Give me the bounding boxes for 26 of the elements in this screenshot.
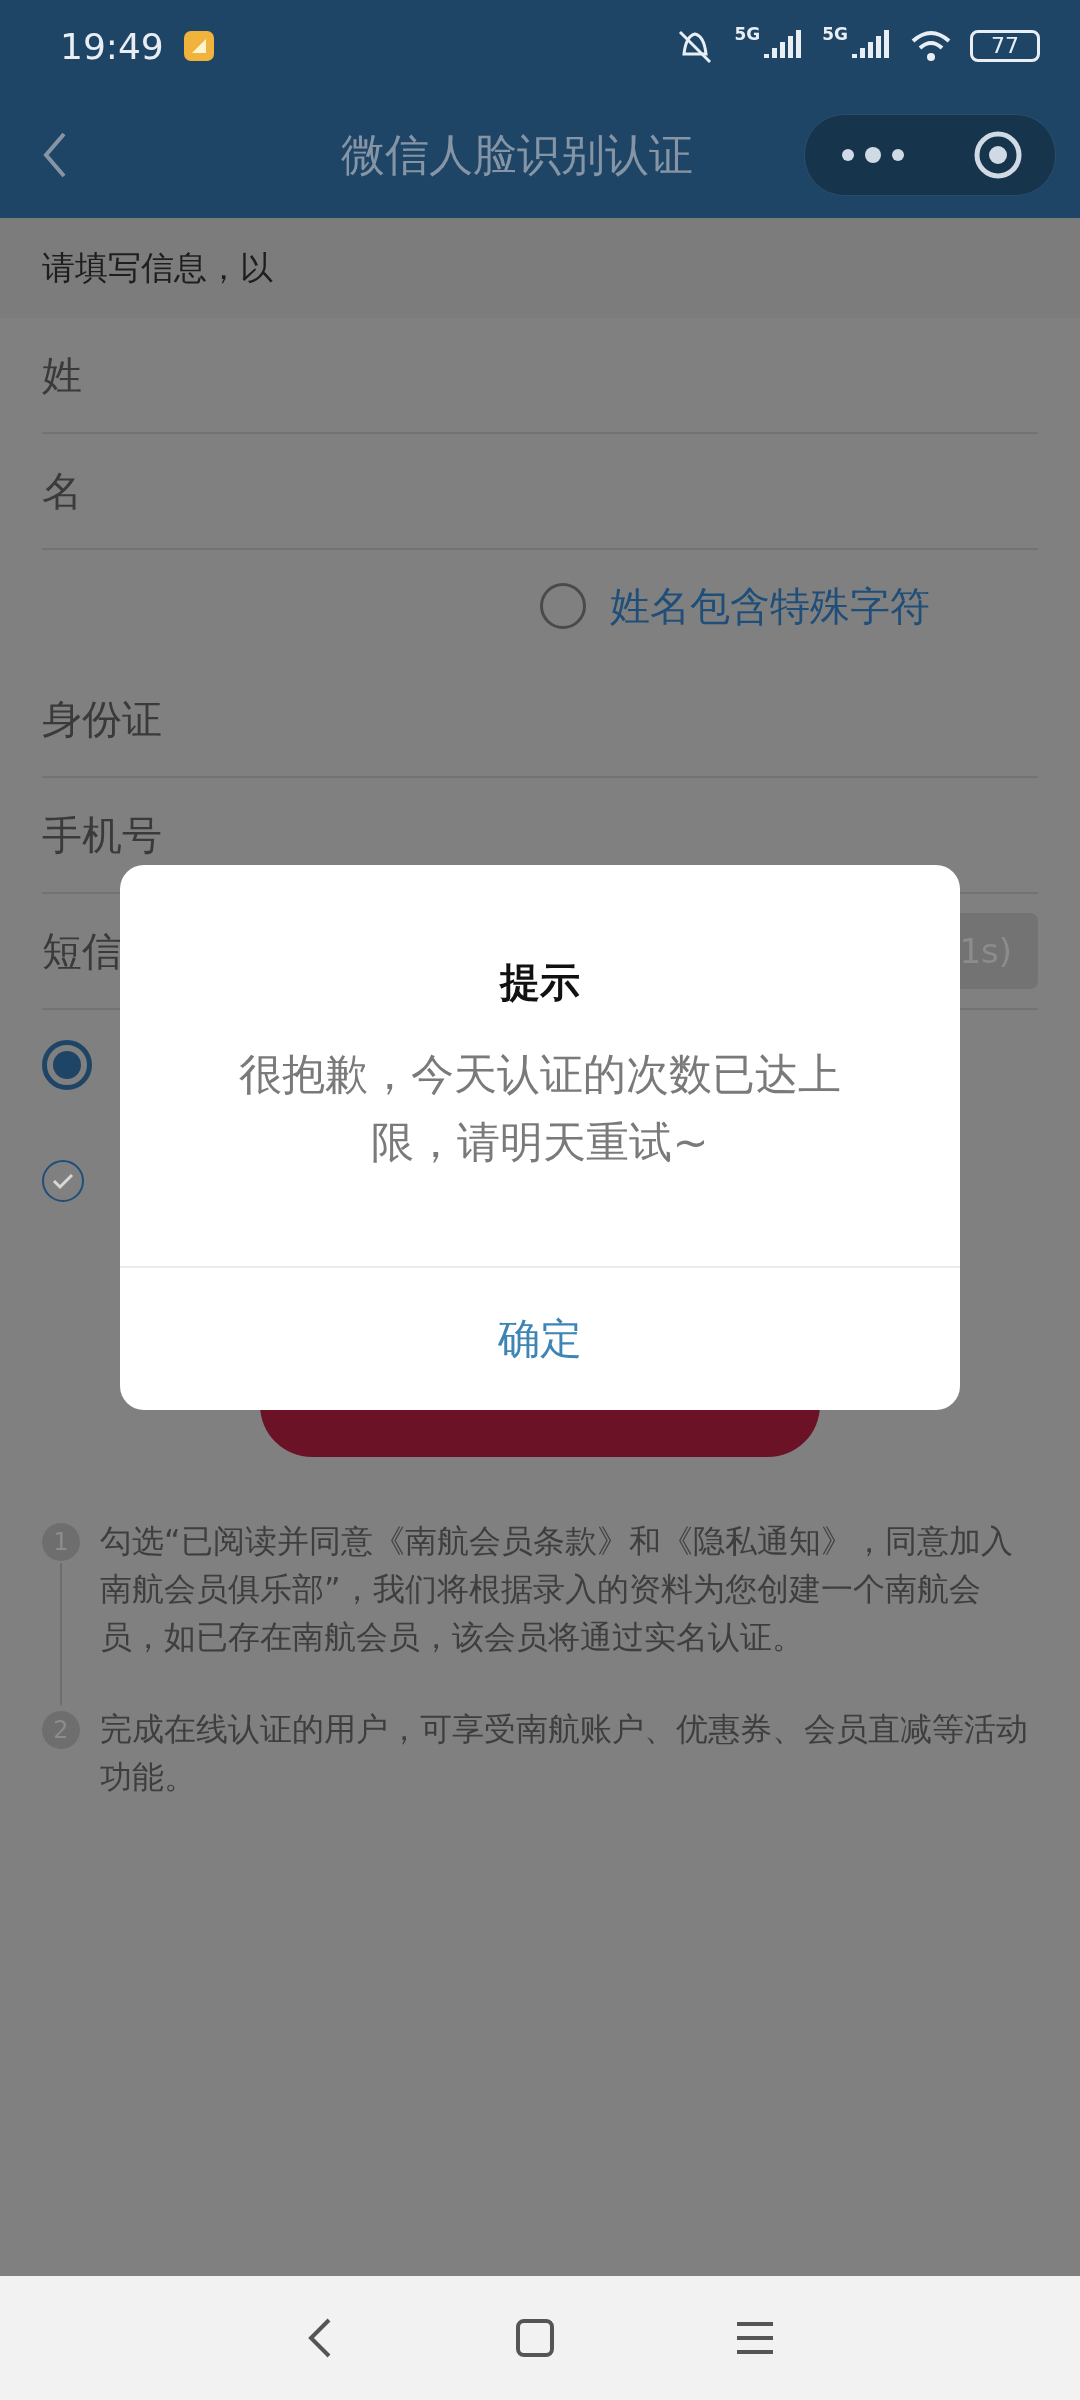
network-type: 5G bbox=[822, 24, 848, 44]
target-icon bbox=[972, 130, 1023, 180]
status-time: 19:49 bbox=[60, 25, 164, 67]
check-icon bbox=[51, 1171, 75, 1191]
field-label: 手机号 bbox=[42, 810, 162, 860]
special-characters-link[interactable]: 姓名包含特殊字符 bbox=[610, 578, 930, 634]
option-checkbox[interactable] bbox=[540, 583, 586, 629]
field-label: 名 bbox=[42, 466, 82, 516]
step-text: 完成在线认证的用户，可享受南航账户、优惠券、会员直减等活动功能。 bbox=[100, 1709, 1029, 1798]
battery-level: 77 bbox=[970, 30, 1040, 62]
confirm-button[interactable]: 确定 bbox=[120, 1266, 960, 1410]
radio-button[interactable] bbox=[42, 1040, 92, 1090]
dialog-message: 很抱歉，今天认证的次数已达上限，请明天重试~ bbox=[238, 1048, 842, 1169]
network-type: 5G bbox=[734, 24, 761, 44]
wifi-icon bbox=[910, 29, 952, 63]
notice-text: 请填写信息，以 bbox=[0, 218, 1080, 318]
notification-icon bbox=[181, 29, 216, 63]
agreement-checkbox[interactable] bbox=[42, 1160, 84, 1202]
page-title: 微信人脸识别认证 bbox=[340, 127, 694, 182]
step-text: 勾选“已阅读并同意《南航会员条款》和《隐私通知》，同意加入南航会员俱乐部”，我们将根据录入的资料为您创建一个南航会员，如已存在南航会员，该会员将通过实名认证。 bbox=[100, 1521, 1014, 1658]
menu-icon bbox=[735, 2320, 775, 2356]
field-label: 身份证 bbox=[42, 694, 162, 744]
dialog-title: 提示 bbox=[500, 958, 580, 1007]
field-label: 姓 bbox=[42, 350, 82, 400]
field-label: 短信 bbox=[42, 926, 122, 976]
home-icon bbox=[515, 2318, 555, 2358]
